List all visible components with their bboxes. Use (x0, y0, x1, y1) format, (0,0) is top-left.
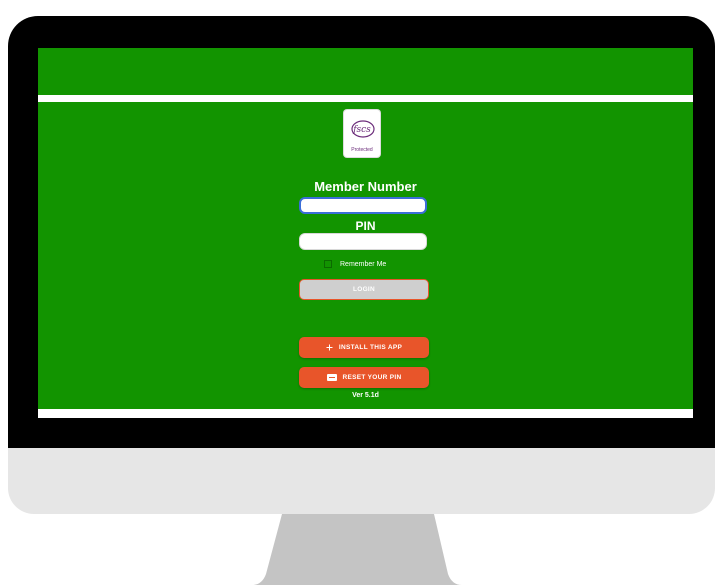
fscs-logo-icon: fscs (351, 120, 375, 138)
monitor-chin (8, 448, 715, 514)
version-label: Ver 5.1d (352, 392, 379, 399)
app-header (38, 48, 693, 95)
app-screen: fscs Protected Member Number PIN Remembe… (38, 48, 693, 418)
pin-icon (326, 374, 337, 381)
member-number-label: Member Number (314, 179, 417, 194)
login-button[interactable]: LOGIN (299, 279, 429, 300)
pin-input[interactable] (299, 233, 427, 250)
footer-strip (38, 409, 693, 418)
remember-me-row[interactable]: Remember Me (324, 258, 386, 270)
member-number-input[interactable] (299, 197, 427, 214)
logo-caption: Protected (351, 147, 373, 153)
install-app-button[interactable]: INSTALL THIS APP (299, 337, 429, 358)
monitor-stand (252, 514, 462, 585)
install-app-label: INSTALL THIS APP (338, 344, 403, 351)
remember-me-checkbox[interactable] (324, 260, 332, 268)
pin-label: PIN (355, 219, 376, 233)
reset-pin-button[interactable]: RESET YOUR PIN (299, 367, 429, 388)
login-button-label: LOGIN (352, 286, 376, 293)
plus-icon (326, 344, 333, 351)
remember-me-label: Remember Me (340, 260, 387, 268)
reset-pin-label: RESET YOUR PIN (342, 374, 402, 381)
svg-text:fscs: fscs (352, 125, 371, 135)
monitor-mockup: fscs Protected Member Number PIN Remembe… (0, 0, 715, 585)
fscs-logo: fscs Protected (344, 110, 380, 157)
header-divider (38, 95, 693, 102)
